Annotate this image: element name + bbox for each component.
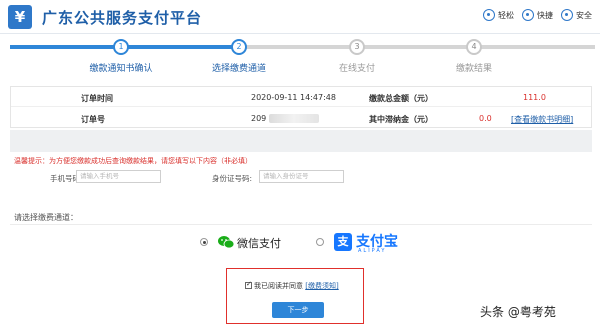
page-header: ¥ 广东公共服务支付平台 轻松 快捷 安全 (0, 0, 600, 34)
step-2-label: 选择缴费通道 (211, 64, 266, 74)
order-row-time: 订单时间 2020-09-11 14:47:48 缴款总金额（元） 111.0 (11, 87, 591, 107)
wechat-pay-label[interactable]: 微信支付 (237, 235, 281, 251)
secure-icon (561, 9, 573, 21)
view-detail-link[interactable]: [查看缴款书明细] (511, 114, 573, 125)
step-1-circle: 1 (113, 39, 129, 55)
channel-divider (10, 224, 592, 225)
gray-banner (10, 130, 592, 152)
progress-steps: 1 2 3 4 缴款通知书确认 选择缴费通道 在线支付 缴款结果 (0, 34, 600, 84)
easy-icon (483, 9, 495, 21)
header-link-fast[interactable]: 快捷 (522, 9, 553, 21)
id-number-input[interactable]: 请输入身份证号 (259, 170, 344, 183)
order-time-value: 2020-09-11 14:47:48 (251, 93, 336, 102)
step-4-label: 缴款结果 (455, 64, 492, 74)
header-links: 轻松 快捷 安全 (483, 9, 592, 21)
late-fee-label: 其中滞纳金（元） (369, 115, 433, 124)
agreement-text: 我已阅读并同意 [缴费须知] (254, 281, 339, 291)
header-link-label: 轻松 (498, 10, 514, 20)
total-amount-label: 缴款总金额（元） (369, 94, 433, 103)
step-3-circle: 3 (349, 39, 365, 55)
alipay-sub-label: ALIPAY (358, 248, 387, 254)
order-row-number: 订单号 209 其中滞纳金（元） 0.0 [查看缴款书明细] (11, 108, 591, 128)
wechat-icon (218, 236, 234, 249)
agree-checkbox[interactable] (245, 280, 252, 289)
header-link-easy[interactable]: 轻松 (483, 9, 514, 21)
site-title: 广东公共服务支付平台 (42, 9, 203, 27)
watermark: 头条 @粤考苑 (480, 305, 556, 319)
step-1-label: 缴款通知书确认 (89, 64, 153, 74)
header-link-secure[interactable]: 安全 (561, 9, 592, 21)
order-number-label: 订单号 (81, 115, 105, 124)
step-2-circle: 2 (231, 39, 247, 55)
next-step-button[interactable]: 下一步 (272, 302, 324, 318)
payment-notice-link[interactable]: [缴费须知] (305, 282, 338, 290)
agreement-label: 我已阅读并同意 (254, 282, 303, 290)
notice-text: 温馨提示：为方便您缴款成功后查询缴款结果，请您填写以下内容（非必填） (14, 157, 252, 165)
id-label: 身份证号码: (212, 174, 253, 183)
header-link-label: 安全 (576, 10, 592, 20)
fast-icon (522, 9, 534, 21)
order-time-label: 订单时间 (81, 94, 113, 103)
order-number-value: 209 (251, 114, 267, 123)
order-number-mask (269, 114, 319, 123)
total-amount-value: 111.0 (523, 93, 546, 102)
wechat-radio[interactable] (200, 238, 208, 246)
order-info-panel: 订单时间 2020-09-11 14:47:48 缴款总金额（元） 111.0 … (10, 86, 592, 128)
channel-label: 请选择缴费通道： (14, 213, 78, 222)
header-link-label: 快捷 (537, 10, 553, 20)
phone-input[interactable]: 请输入手机号 (76, 170, 161, 183)
step-4-circle: 4 (466, 39, 482, 55)
late-fee-value: 0.0 (479, 114, 492, 123)
step-3-label: 在线支付 (338, 64, 375, 74)
alipay-radio[interactable] (316, 238, 324, 246)
alipay-icon: 支 (334, 233, 352, 251)
logo: ¥ (8, 5, 32, 29)
